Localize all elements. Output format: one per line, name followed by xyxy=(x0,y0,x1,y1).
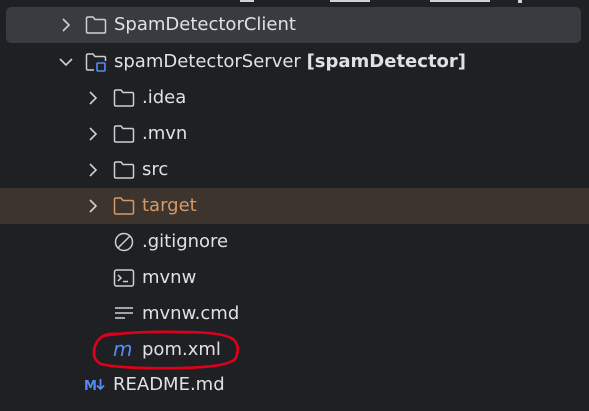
tree-item-target[interactable]: target xyxy=(0,188,589,224)
tree-item-spamdetectorserver[interactable]: spamDetectorServer [spamDetector] xyxy=(0,44,589,80)
tree-item-idea[interactable]: .idea xyxy=(0,80,589,116)
folder-icon xyxy=(85,16,107,34)
folder-icon xyxy=(113,161,135,179)
tree-item-label: mvnw.cmd xyxy=(142,303,240,324)
chevron-right-icon[interactable] xyxy=(88,91,98,105)
folder-icon xyxy=(113,89,135,107)
module-name: [spamDetector] xyxy=(306,51,467,72)
annotation-circle xyxy=(92,330,240,370)
chevron-right-icon[interactable] xyxy=(61,18,71,32)
svg-text:M: M xyxy=(84,379,97,394)
tree-item-mvnw-cmd[interactable]: mvnw.cmd xyxy=(0,296,589,332)
module-folder-icon xyxy=(85,53,107,72)
tree-item-src[interactable]: src xyxy=(0,152,589,188)
tree-item-label: .gitignore xyxy=(142,231,229,252)
chevron-right-icon[interactable] xyxy=(88,163,98,177)
terminal-script-icon xyxy=(113,269,135,287)
ignore-file-icon xyxy=(114,232,134,252)
text-file-icon xyxy=(115,307,133,319)
chevron-right-icon[interactable] xyxy=(88,199,98,213)
tree-item-label: README.md xyxy=(113,374,225,395)
tree-item-mvn[interactable]: .mvn xyxy=(0,116,589,152)
folder-icon xyxy=(113,125,135,143)
tree-item-readme[interactable]: M README.md xyxy=(0,367,589,403)
chevron-right-icon[interactable] xyxy=(88,127,98,141)
tree-item-label: target xyxy=(142,195,197,216)
tree-item-label: mvnw xyxy=(142,267,197,288)
tree-item-label: .idea xyxy=(142,87,187,108)
markdown-file-icon: M xyxy=(84,379,105,394)
project-tree: SpamDetectorClient spamDetectorServer [s… xyxy=(0,0,589,411)
tree-item-label: src xyxy=(142,159,169,180)
partial-row-above xyxy=(0,0,589,4)
tree-item-spamdetectorclient[interactable]: SpamDetectorClient xyxy=(6,7,581,43)
tree-item-label: .mvn xyxy=(142,123,188,144)
chevron-down-icon[interactable] xyxy=(59,57,73,67)
tree-item-mvnw[interactable]: mvnw xyxy=(0,260,589,296)
tree-item-gitignore[interactable]: .gitignore xyxy=(0,224,589,260)
tree-item-label: spamDetectorServer [spamDetector] xyxy=(114,51,467,72)
tree-item-pom-xml[interactable]: m pom.xml xyxy=(0,332,589,368)
excluded-folder-icon xyxy=(113,197,135,215)
tree-item-label: SpamDetectorClient xyxy=(114,14,296,35)
